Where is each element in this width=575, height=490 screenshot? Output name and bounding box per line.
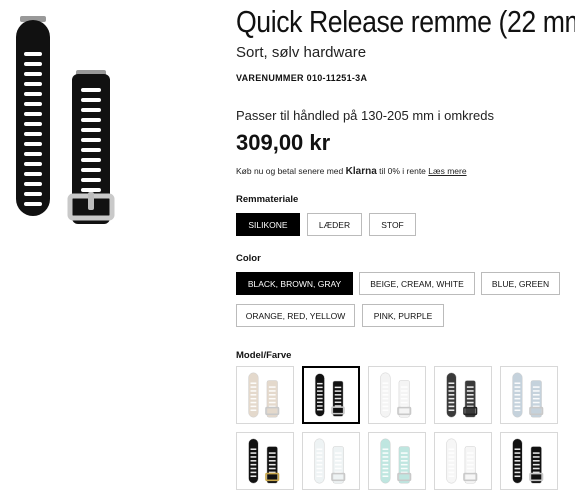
model-thumbnail[interactable] [302,366,360,424]
fit-description: Passer til håndled på 130-205 mm i omkre… [236,108,494,123]
model-label: Model/Farve [236,350,292,361]
color-option-beige-cream-white[interactable]: BEIGE, CREAM, WHITE [359,272,475,295]
product-image [14,14,134,229]
model-thumbnail[interactable] [500,366,558,424]
strap-thumbnail-image [314,373,345,417]
strap-thumbnail-image [380,372,412,418]
model-thumbnail[interactable] [434,432,492,490]
klarna-text-after: til 0% i rente [379,166,426,176]
color-option-black-brown-gray[interactable]: BLACK, BROWN, GRAY [236,272,353,295]
material-option-silicone[interactable]: SILIKONE [236,213,300,236]
color-label: Color [236,253,261,264]
klarna-financing: Køb nu og betal senere med Klarna til 0%… [236,166,467,177]
strap-thumbnail-image [512,372,544,418]
strap-thumbnail-image [446,372,478,418]
color-option-orange-red-yellow[interactable]: ORANGE, RED, YELLOW [236,304,355,327]
strap-thumbnail-image [314,438,346,484]
color-option-pink-purple[interactable]: PINK, PURPLE [362,304,444,327]
material-option-leather[interactable]: LÆDER [307,213,362,236]
strap-thumbnail-image [512,438,544,484]
color-option-blue-green[interactable]: BLUE, GREEN [481,272,560,295]
strap-thumbnail-image [380,438,412,484]
model-thumbnail[interactable] [236,366,294,424]
product-title: Quick Release remme (22 mm) [236,4,575,39]
model-thumbnail[interactable] [368,366,426,424]
material-label: Remmateriale [236,194,299,205]
product-subtitle: Sort, sølv hardware [236,44,367,61]
strap-thumbnail-image [446,438,478,484]
watch-band-image [16,16,115,224]
model-thumbnail[interactable] [236,432,294,490]
model-thumbnail[interactable] [302,432,360,490]
klarna-logo: Klarna [345,166,377,177]
sku-number: VARENUMMER 010-11251-3A [236,73,368,83]
model-thumbnail[interactable] [434,366,492,424]
material-option-fabric[interactable]: STOF [369,213,416,236]
price: 309,00 kr [236,130,331,155]
model-thumbnail[interactable] [368,432,426,490]
strap-thumbnail-image [248,372,280,418]
model-thumbnail[interactable] [500,432,558,490]
klarna-text: Køb nu og betal senere med [236,166,344,176]
klarna-read-more-link[interactable]: Læs mere [428,166,466,176]
strap-thumbnail-image [248,438,280,484]
